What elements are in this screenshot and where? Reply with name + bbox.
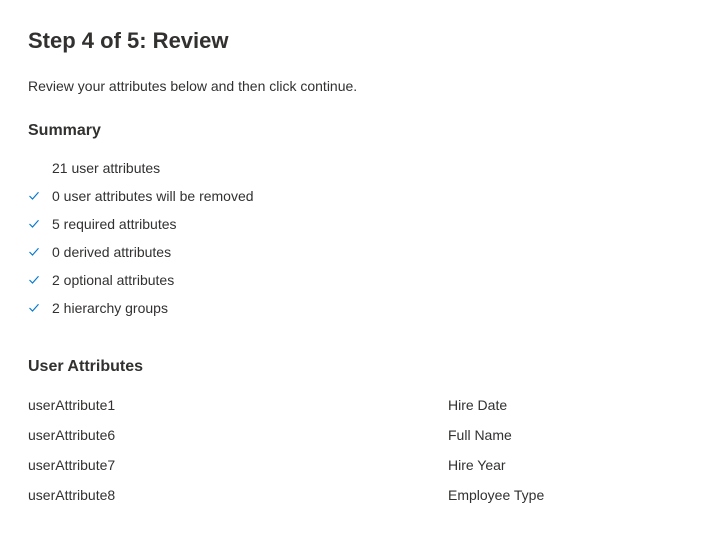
summary-list: 21 user attributes 0 user attributes wil… bbox=[28, 154, 673, 322]
summary-item: 2 hierarchy groups bbox=[28, 294, 673, 322]
user-attributes-heading: User Attributes bbox=[28, 358, 673, 376]
summary-item: 0 derived attributes bbox=[28, 238, 673, 266]
attr-col-left: userAttribute1 userAttribute6 userAttrib… bbox=[28, 390, 448, 510]
check-icon bbox=[28, 274, 48, 286]
attr-cell: userAttribute7 bbox=[28, 450, 448, 480]
check-icon bbox=[28, 190, 48, 202]
attr-cell: Hire Year bbox=[448, 450, 544, 480]
attr-cell: userAttribute6 bbox=[28, 420, 448, 450]
summary-item-text: 2 hierarchy groups bbox=[52, 300, 168, 316]
summary-item: 21 user attributes bbox=[28, 154, 673, 182]
summary-item-text: 0 user attributes will be removed bbox=[52, 188, 254, 204]
attr-cell: userAttribute1 bbox=[28, 390, 448, 420]
summary-item-text: 5 required attributes bbox=[52, 216, 177, 232]
attr-col-right: Hire Date Full Name Hire Year Employee T… bbox=[448, 390, 544, 510]
intro-text: Review your attributes below and then cl… bbox=[28, 78, 673, 94]
attr-cell: Full Name bbox=[448, 420, 544, 450]
user-attributes-table: userAttribute1 userAttribute6 userAttrib… bbox=[28, 390, 673, 510]
attr-cell: Hire Date bbox=[448, 390, 544, 420]
check-icon bbox=[28, 302, 48, 314]
summary-item-text: 21 user attributes bbox=[52, 160, 160, 176]
attr-cell: Employee Type bbox=[448, 480, 544, 510]
attr-cell: userAttribute8 bbox=[28, 480, 448, 510]
summary-heading: Summary bbox=[28, 122, 673, 140]
check-icon bbox=[28, 218, 48, 230]
summary-item-text: 0 derived attributes bbox=[52, 244, 171, 260]
summary-item: 0 user attributes will be removed bbox=[28, 182, 673, 210]
summary-item: 2 optional attributes bbox=[28, 266, 673, 294]
check-icon bbox=[28, 246, 48, 258]
summary-item-text: 2 optional attributes bbox=[52, 272, 174, 288]
summary-item: 5 required attributes bbox=[28, 210, 673, 238]
page-title: Step 4 of 5: Review bbox=[28, 28, 673, 54]
